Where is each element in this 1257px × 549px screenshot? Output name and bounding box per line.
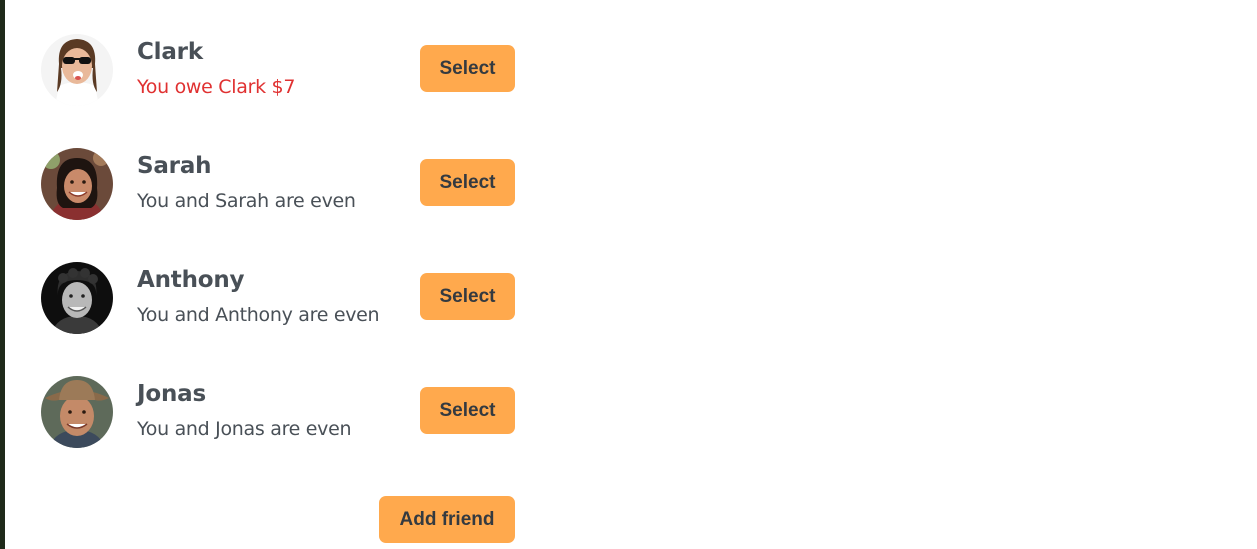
avatar-anthony bbox=[41, 262, 113, 334]
friend-balance-status: You and Jonas are even bbox=[137, 418, 352, 440]
avatar-sarah bbox=[41, 148, 113, 220]
friend-item-anthony: Anthony You and Anthony are even Select bbox=[41, 262, 521, 342]
friend-balance-status: You and Anthony are even bbox=[137, 304, 380, 326]
window-left-edge bbox=[0, 0, 5, 549]
select-friend-button[interactable]: Select bbox=[420, 273, 515, 320]
friend-name: Jonas bbox=[137, 381, 206, 407]
friend-item-sarah: Sarah You and Sarah are even Select bbox=[41, 148, 521, 228]
select-friend-button[interactable]: Select bbox=[420, 387, 515, 434]
select-friend-button[interactable]: Select bbox=[420, 45, 515, 92]
friend-name: Clark bbox=[137, 39, 203, 65]
avatar-jonas bbox=[41, 376, 113, 448]
select-friend-button[interactable]: Select bbox=[420, 159, 515, 206]
add-friend-button[interactable]: Add friend bbox=[379, 496, 515, 543]
friend-name: Anthony bbox=[137, 267, 245, 293]
avatar-clark bbox=[41, 34, 113, 106]
friend-item-clark: Clark You owe Clark $7 Select bbox=[41, 34, 521, 114]
friend-balance-status: You and Sarah are even bbox=[137, 190, 356, 212]
friend-name: Sarah bbox=[137, 153, 212, 179]
friend-balance-status: You owe Clark $7 bbox=[137, 76, 296, 98]
friend-item-jonas: Jonas You and Jonas are even Select bbox=[41, 376, 521, 456]
